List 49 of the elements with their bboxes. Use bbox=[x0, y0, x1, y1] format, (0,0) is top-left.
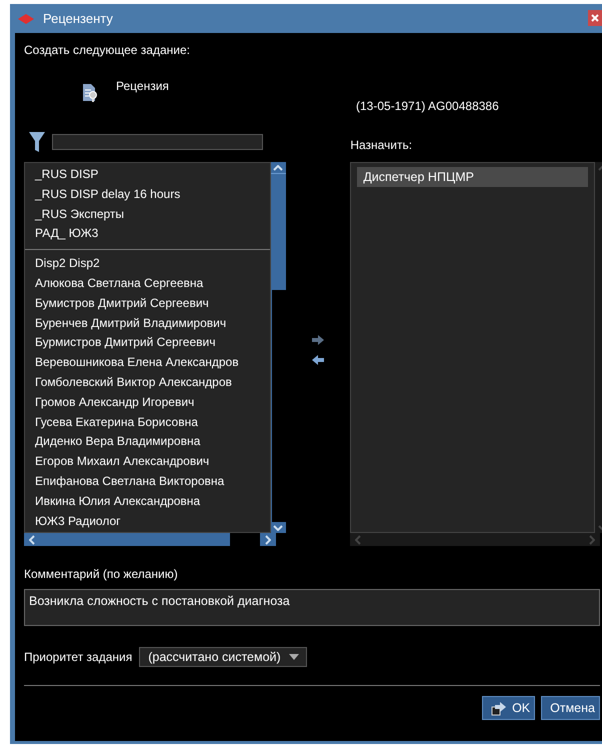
filter-icon bbox=[28, 130, 46, 154]
priority-label: Приоритет задания bbox=[24, 650, 132, 664]
list-item[interactable]: Disp2 Disp2 bbox=[25, 254, 270, 274]
list-item[interactable]: Буренчев Дмитрий Владимирович bbox=[25, 314, 270, 334]
list-item[interactable]: _RUS DISP bbox=[25, 165, 270, 185]
list-item[interactable]: РАД_ ЮЖ3 bbox=[25, 224, 270, 244]
comment-label: Комментарий (по желанию) bbox=[24, 567, 179, 581]
app-logo-icon bbox=[18, 14, 34, 24]
close-icon bbox=[591, 14, 599, 22]
list-item[interactable]: Диденко Вера Владимировна bbox=[25, 432, 270, 452]
list-item[interactable]: Бурмистров Дмитрий Сергеевич bbox=[25, 333, 270, 354]
forward-icon bbox=[491, 700, 508, 716]
list-item[interactable]: Громов Александр Игоревич bbox=[25, 392, 270, 413]
close-button[interactable] bbox=[588, 10, 602, 26]
heading: Создать следующее задание: bbox=[24, 43, 191, 57]
assign-label: Назначить: bbox=[350, 137, 414, 154]
scroll-left-icon[interactable] bbox=[24, 533, 40, 546]
filter-field[interactable] bbox=[52, 134, 263, 150]
list-item[interactable]: Веревошникова Елена Александров bbox=[25, 353, 270, 373]
list-item[interactable]: Гомболевский Виктор Александров bbox=[25, 372, 270, 393]
scroll-down-icon[interactable] bbox=[270, 522, 286, 533]
task-name: Рецензия bbox=[116, 79, 169, 93]
scroll-right-icon[interactable] bbox=[260, 533, 276, 546]
horizontal-scrollbar[interactable] bbox=[24, 533, 276, 546]
horizontal-scrollbar[interactable] bbox=[350, 533, 600, 546]
list-item[interactable]: Епифанова Светлана Викторовна bbox=[25, 472, 270, 492]
move-right-icon[interactable] bbox=[310, 334, 325, 346]
patient-info: (13-05-1971) AG00488386 bbox=[356, 99, 500, 113]
list-item[interactable]: _RUS Эксперты bbox=[25, 204, 270, 224]
cancel-button[interactable]: Отмена bbox=[541, 696, 600, 720]
vertical-scrollbar[interactable] bbox=[270, 162, 286, 533]
list-item[interactable]: Бумистров Дмитрий Сергеевич bbox=[25, 294, 270, 314]
list-item[interactable]: Алюкова Светлана Сергеевна bbox=[25, 274, 270, 294]
caret-icon bbox=[288, 654, 299, 660]
list-item[interactable]: Гусева Екатерина Борисовна bbox=[25, 412, 270, 432]
list-item[interactable]: Диспетчер НПЦМР bbox=[357, 167, 588, 187]
scroll-up-icon[interactable] bbox=[270, 162, 286, 173]
list-item[interactable]: _RUS DISP delay 16 hours bbox=[25, 184, 270, 205]
scroll-thumb[interactable] bbox=[40, 533, 230, 546]
scroll-thumb[interactable] bbox=[270, 173, 286, 290]
window-title: Рецензенту bbox=[43, 11, 113, 26]
comment-field[interactable]: Возникла сложность с постановкой диагноза bbox=[24, 589, 600, 626]
document-magnifier-icon bbox=[82, 83, 98, 103]
list-item[interactable]: Ивкина Юлия Александровна bbox=[25, 492, 270, 512]
move-left-icon[interactable] bbox=[310, 354, 325, 366]
priority-dropdown[interactable]: (рассчитано системой) bbox=[139, 647, 307, 667]
list-item[interactable]: ЮЖ3 Радиолог bbox=[25, 512, 270, 532]
ok-button[interactable]: OK bbox=[482, 696, 536, 720]
list-item[interactable]: Егоров Михаил Александрович bbox=[25, 452, 270, 472]
